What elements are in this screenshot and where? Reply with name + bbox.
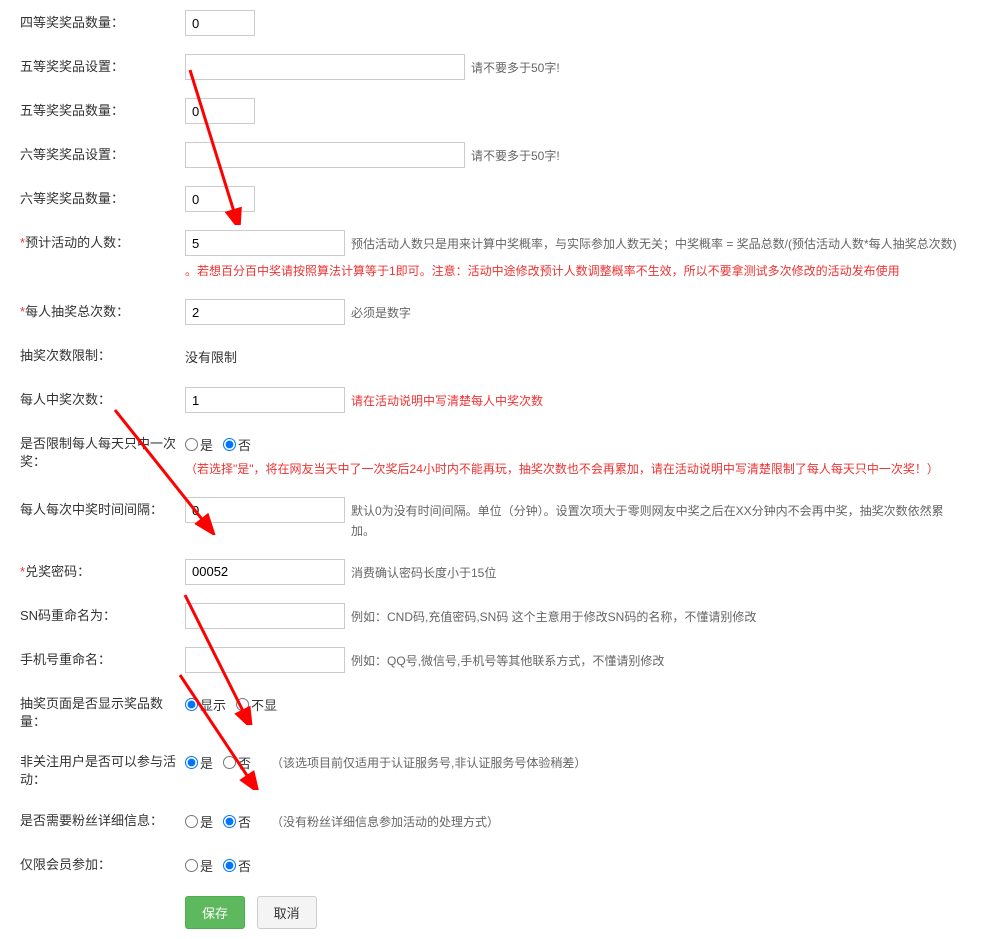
radio-memonly-yes-label: 是 [200,856,213,875]
radio-nonfollow-yes-label: 是 [200,753,213,772]
radio-dailyone-yes[interactable] [185,438,198,451]
radio-dailyone-no[interactable] [223,438,236,451]
warn-expected-people: 。若想百分百中奖请按照算法计算等于1即可。注意：活动中途修改预计人数调整概率不生… [185,262,969,281]
input-prize4-qty[interactable] [185,10,255,36]
hint-phone-rename: 例如：QQ号,微信号,手机号等其他联系方式，不懂请别修改 [345,647,664,671]
label-prize6-setup: 六等奖奖品设置： [20,142,185,164]
hint-win-interval: 默认0为没有时间间隔。单位（分钟）。设置次项大于零则网友中奖之后在XX分钟内不会… [345,497,945,540]
row-non-follow: 非关注用户是否可以参与活动： 是 否 （该选项目前仅适用于认证服务号,非认证服务… [20,749,969,789]
input-phone-rename[interactable] [185,647,345,673]
paren-dailyone: （若选择"是"，将在网友当天中了一次奖后24小时内不能再玩，抽奖次数也不会再累加… [185,460,969,479]
radio-memonly-no[interactable] [223,859,236,872]
label-sn-rename: SN码重命名为： [20,603,185,625]
row-daily-one-win: 是否限制每人每天只中一次奖： 是 否 （若选择"是"，将在网友当天中了一次奖后2… [20,431,969,479]
radio-showqty-yes-label: 显示 [200,695,226,714]
value-draw-limit: 没有限制 [185,343,237,366]
row-win-per-person: 每人中奖次数： 请在活动说明中写清楚每人中奖次数 [20,387,969,413]
label-draw-per-person: 每人抽奖总次数： [20,299,185,321]
input-redeem-code[interactable] [185,559,345,585]
input-expected-people[interactable] [185,230,345,256]
row-redeem-code: 兑奖密码： 消费确认密码长度小于15位 [20,559,969,585]
row-expected-people: 预计活动的人数： 预估活动人数只是用来计算中奖概率，与实际参加人数无关；中奖概率… [20,230,969,281]
radio-faninfo-no[interactable] [223,815,236,828]
input-draw-per-person[interactable] [185,299,345,325]
label-prize5-setup: 五等奖奖品设置： [20,54,185,76]
input-sn-rename[interactable] [185,603,345,629]
hint-win-per-person: 请在活动说明中写清楚每人中奖次数 [345,387,543,411]
radio-nonfollow-yes[interactable] [185,756,198,769]
save-button[interactable]: 保存 [185,896,245,929]
button-row: 保存 取消 [185,896,969,929]
radio-faninfo-no-label: 否 [238,812,251,831]
label-member-only: 仅限会员参加： [20,852,185,874]
label-show-prize-qty: 抽奖页面是否显示奖品数量： [20,691,185,731]
hint-sn-rename: 例如：CND码,充值密码,SN码 这个主意用于修改SN码的名称，不懂请别修改 [345,603,756,627]
row-draw-limit: 抽奖次数限制： 没有限制 [20,343,969,369]
cancel-button[interactable]: 取消 [257,896,317,929]
radio-nonfollow-no[interactable] [223,756,236,769]
row-prize5-setup: 五等奖奖品设置： 请不要多于50字! [20,54,969,80]
radio-memonly-yes[interactable] [185,859,198,872]
label-draw-limit: 抽奖次数限制： [20,343,185,365]
radio-faninfo-yes[interactable] [185,815,198,828]
input-prize6-qty[interactable] [185,186,255,212]
radio-dailyone-no-label: 否 [238,435,251,454]
hint-prize6-setup: 请不要多于50字! [465,142,560,166]
row-prize6-qty: 六等奖奖品数量： [20,186,969,212]
input-win-per-person[interactable] [185,387,345,413]
input-prize6-setup[interactable] [185,142,465,168]
radio-memonly-no-label: 否 [238,856,251,875]
radio-showqty-no-label: 不显 [251,695,277,714]
radio-faninfo-yes-label: 是 [200,812,213,831]
hint-draw-per-person: 必须是数字 [345,299,411,323]
input-prize5-qty[interactable] [185,98,255,124]
radio-nonfollow-no-label: 否 [238,753,251,772]
label-daily-one-win: 是否限制每人每天只中一次奖： [20,431,185,471]
row-show-prize-qty: 抽奖页面是否显示奖品数量： 显示 不显 [20,691,969,731]
row-member-only: 仅限会员参加： 是 否 [20,852,969,878]
label-prize5-qty: 五等奖奖品数量： [20,98,185,120]
label-prize6-qty: 六等奖奖品数量： [20,186,185,208]
paren-faninfo: （没有粉丝详细信息参加活动的处理方式） [271,813,499,830]
hint-expected-people: 预估活动人数只是用来计算中奖概率，与实际参加人数无关；中奖概率 = 奖品总数/(… [345,230,957,254]
label-non-follow: 非关注用户是否可以参与活动： [20,749,185,789]
row-draw-per-person: 每人抽奖总次数： 必须是数字 [20,299,969,325]
input-win-interval[interactable] [185,497,345,523]
label-win-per-person: 每人中奖次数： [20,387,185,409]
radio-showqty-yes[interactable] [185,698,198,711]
radio-showqty-no[interactable] [236,698,249,711]
row-prize4-qty: 四等奖奖品数量： [20,10,969,36]
hint-redeem-code: 消费确认密码长度小于15位 [345,559,496,583]
row-win-interval: 每人每次中奖时间间隔： 默认0为没有时间间隔。单位（分钟）。设置次项大于零则网友… [20,497,969,540]
hint-prize5-setup: 请不要多于50字! [465,54,560,78]
label-redeem-code: 兑奖密码： [20,559,185,581]
label-phone-rename: 手机号重命名： [20,647,185,669]
input-prize5-setup[interactable] [185,54,465,80]
label-need-fan-info: 是否需要粉丝详细信息： [20,808,185,830]
row-need-fan-info: 是否需要粉丝详细信息： 是 否 （没有粉丝详细信息参加活动的处理方式） [20,808,969,834]
radio-dailyone-yes-label: 是 [200,435,213,454]
label-expected-people: 预计活动的人数： [20,230,185,252]
paren-nonfollow: （该选项目前仅适用于认证服务号,非认证服务号体验稍差） [271,754,586,771]
row-prize6-setup: 六等奖奖品设置： 请不要多于50字! [20,142,969,168]
label-prize4-qty: 四等奖奖品数量： [20,10,185,32]
label-win-interval: 每人每次中奖时间间隔： [20,497,185,519]
row-sn-rename: SN码重命名为： 例如：CND码,充值密码,SN码 这个主意用于修改SN码的名称… [20,603,969,629]
row-phone-rename: 手机号重命名： 例如：QQ号,微信号,手机号等其他联系方式，不懂请别修改 [20,647,969,673]
form-wrap: 四等奖奖品数量： 五等奖奖品设置： 请不要多于50字! 五等奖奖品数量： 六等奖… [20,10,969,929]
row-prize5-qty: 五等奖奖品数量： [20,98,969,124]
